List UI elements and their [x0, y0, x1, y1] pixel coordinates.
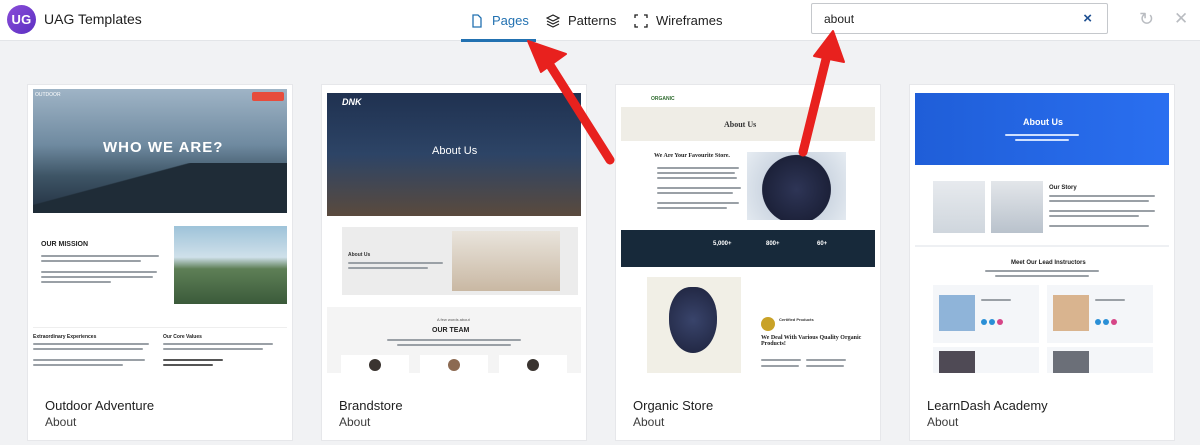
stat-3: 60+ — [817, 241, 828, 247]
preview-hero-title: About Us — [1023, 117, 1063, 127]
template-card-brandstore[interactable]: DNK About Us About Us A few words about … — [322, 85, 586, 440]
preview-hero-title: About Us — [724, 120, 757, 129]
preview-cta — [252, 92, 284, 101]
template-name: Brandstore — [339, 398, 403, 413]
instructor-photo — [933, 181, 985, 233]
template-name: LearnDash Academy — [927, 398, 1048, 413]
top-bar: UG UAG Templates Pages Patterns Wirefram… — [0, 0, 1200, 42]
tab-wireframes-label: Wireframes — [656, 13, 723, 28]
preview-team-title: OUR TEAM — [432, 327, 470, 334]
team-photo — [452, 231, 560, 291]
tab-wireframes[interactable]: Wireframes — [634, 0, 722, 41]
template-type: About — [45, 415, 77, 429]
preview-heading: We Are Your Favourite Store. — [654, 153, 730, 159]
preview-lead-title: Meet Our Lead Instructors — [1011, 260, 1086, 266]
search-input[interactable] — [824, 9, 1064, 29]
hero-band — [915, 93, 1169, 165]
stats-band — [621, 230, 875, 267]
preview-logo: ORGANIC — [651, 96, 675, 102]
page-icon — [472, 13, 482, 28]
template-card-organic-store[interactable]: ORGANIC About Us We Are Your Favourite S… — [616, 85, 880, 440]
blueberries-image — [747, 152, 846, 220]
mountain-image — [174, 226, 287, 304]
stat-1: 5,000+ — [713, 241, 732, 247]
template-preview: ORGANIC About Us We Are Your Favourite S… — [621, 89, 875, 373]
template-preview: DNK About Us About Us A few words about … — [327, 89, 581, 373]
preview-hero-title: About Us — [432, 145, 478, 157]
template-preview: About Us Our Story Meet Our Lead Instruc… — [915, 89, 1169, 373]
preview-logo: DNK — [342, 97, 362, 107]
tab-patterns[interactable]: Patterns — [546, 0, 616, 41]
template-preview: OUTDOOR WHO WE ARE? OUR MISSION Extraord… — [33, 89, 287, 373]
instructor-photo — [991, 181, 1043, 233]
layers-icon — [546, 13, 560, 28]
preview-section-title: OUR MISSION — [41, 241, 89, 248]
tab-pages-label: Pages — [492, 13, 529, 28]
preview-heading-2: We Deal With Various Quality Organic Pro… — [761, 335, 862, 347]
preview-team-kicker: A few words about — [437, 317, 470, 322]
preview-logo: OUTDOOR — [35, 92, 61, 98]
app-title: UAG Templates — [44, 11, 142, 27]
template-type: About — [339, 415, 371, 429]
template-type: About — [633, 415, 665, 429]
template-card-outdoor-adventure[interactable]: OUTDOOR WHO WE ARE? OUR MISSION Extraord… — [28, 85, 292, 440]
preview-hero-title: WHO WE ARE? — [103, 139, 224, 156]
tab-patterns-label: Patterns — [568, 13, 617, 28]
stat-2: 800+ — [766, 241, 780, 247]
preview-section-title: About Us — [348, 252, 371, 258]
template-type: About — [927, 415, 959, 429]
tab-pages[interactable]: Pages — [461, 0, 536, 42]
grapes-image — [669, 287, 717, 353]
template-card-learndash-academy[interactable]: About Us Our Story Meet Our Lead Instruc… — [910, 85, 1174, 440]
search-box: × — [811, 3, 1108, 34]
frame-corners-icon — [634, 13, 648, 28]
preview-badge: Certified Products — [779, 317, 814, 322]
preview-section-title: Our Story — [1049, 185, 1077, 191]
template-name: Organic Store — [633, 398, 714, 413]
refresh-icon[interactable]: ↻ — [1139, 9, 1154, 29]
app-logo: UG — [7, 5, 36, 34]
preview-col2: Our Core Values — [163, 334, 202, 340]
divider — [915, 245, 1169, 247]
close-icon[interactable]: ✕ — [1174, 9, 1188, 29]
preview-col1: Extraordinary Experiences — [33, 334, 97, 340]
clear-search-icon[interactable]: × — [1083, 11, 1092, 26]
template-name: Outdoor Adventure — [45, 398, 155, 413]
